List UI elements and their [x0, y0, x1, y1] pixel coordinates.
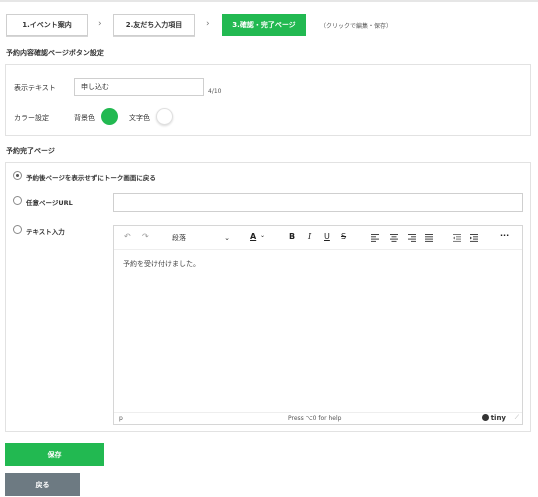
redo-icon[interactable]: ↷ [142, 232, 149, 241]
outdent-icon[interactable] [453, 234, 461, 242]
save-button[interactable]: 保存 [5, 443, 104, 466]
chevron-right-icon: › [98, 19, 102, 29]
block-format-select[interactable]: 段落 ⌄ [170, 231, 232, 245]
more-options-icon[interactable]: ··· [500, 231, 509, 240]
undo-icon[interactable]: ↶ [124, 232, 131, 241]
strikethrough-icon[interactable]: S [341, 232, 346, 241]
text-color-icon[interactable]: A [250, 232, 256, 241]
confirm-section-title: 予約内容確認ページボタン設定 [6, 49, 104, 57]
indent-icon[interactable] [470, 234, 478, 242]
custom-url-input[interactable] [113, 193, 523, 212]
element-path[interactable]: p [119, 415, 123, 422]
text-color-swatch[interactable] [156, 108, 173, 125]
italic-icon[interactable]: I [308, 232, 311, 241]
help-hint: Press ⌥0 for help [288, 415, 342, 422]
bg-color-label: 背景色 [74, 114, 95, 122]
align-justify-icon[interactable] [425, 234, 433, 242]
underline-icon[interactable]: U [324, 232, 330, 241]
editor-toolbar: ↶ ↷ 段落 ⌄ A ⌄ B I U S ··· [114, 226, 522, 250]
radio-return-to-talk[interactable] [13, 171, 22, 180]
step-2-friend-fields[interactable]: 2.友だち入力項目 [113, 14, 195, 36]
back-button[interactable]: 戻る [5, 473, 80, 496]
display-text-counter: 4/10 [208, 88, 222, 95]
display-text-label: 表示テキスト [14, 84, 56, 92]
step-hint: （クリックで編集・保存） [320, 23, 393, 30]
rich-text-editor: ↶ ↷ 段落 ⌄ A ⌄ B I U S ··· 予約を受け付けました。 p P… [113, 225, 523, 425]
color-setting-label: カラー設定 [14, 114, 49, 122]
align-left-icon[interactable] [371, 234, 379, 242]
tiny-logo-icon [481, 414, 489, 421]
chevron-down-icon: ⌄ [224, 234, 230, 242]
block-format-value: 段落 [172, 234, 186, 242]
align-center-icon[interactable] [390, 234, 398, 242]
align-right-icon[interactable] [408, 234, 416, 242]
display-text-input[interactable]: 申し込む [74, 78, 204, 96]
editor-content[interactable]: 予約を受け付けました。 [123, 259, 200, 269]
confirm-settings-panel: 表示テキスト 申し込む 4/10 カラー設定 背景色 文字色 [5, 64, 531, 136]
tiny-logo-text: tiny [490, 414, 506, 422]
radio-text-input[interactable] [13, 225, 22, 234]
chevron-down-icon[interactable]: ⌄ [260, 232, 265, 239]
editor-statusbar: p Press ⌥0 for help tiny ⟋ [114, 412, 522, 424]
radio-custom-url[interactable] [13, 196, 22, 205]
radio-text-input-label[interactable]: テキスト入力 [26, 226, 65, 236]
complete-section-title: 予約完了ページ [6, 147, 55, 155]
tiny-logo[interactable]: tiny [481, 414, 506, 422]
resize-handle-icon[interactable]: ⟋ [515, 414, 519, 422]
radio-return-to-talk-label[interactable]: 予約後ページを表示せずにトーク画面に戻る [26, 172, 156, 182]
chevron-right-icon: › [206, 19, 210, 29]
text-color-label: 文字色 [129, 114, 150, 122]
step-3-confirm-complete[interactable]: 3.確認・完了ページ [222, 14, 306, 36]
radio-custom-url-label[interactable]: 任意ページURL [26, 197, 73, 207]
bold-icon[interactable]: B [289, 232, 295, 241]
bg-color-swatch[interactable] [101, 108, 118, 125]
step-1-event-info[interactable]: 1.イベント案内 [6, 14, 88, 36]
top-border [0, 0, 538, 2]
